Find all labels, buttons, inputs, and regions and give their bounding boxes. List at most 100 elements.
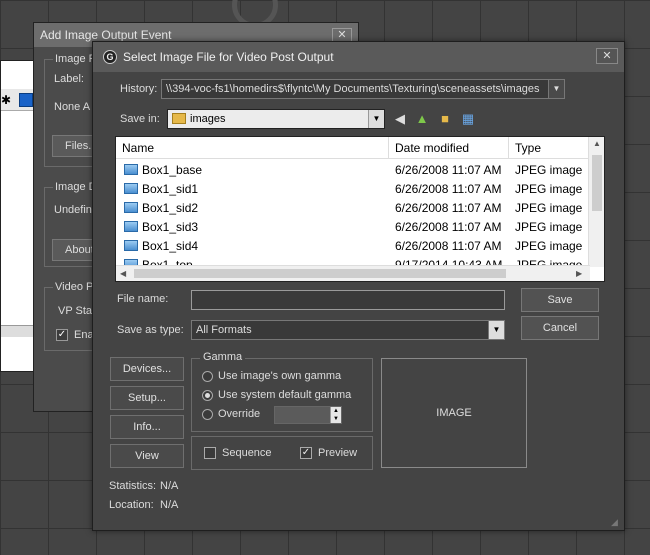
save-in-label: Save in: xyxy=(120,113,160,125)
chevron-down-icon[interactable]: ▼ xyxy=(488,321,504,339)
history-value: \\394-voc-fs1\homedirs$\flyntc\My Docume… xyxy=(166,83,540,95)
file-type: JPEG image xyxy=(515,239,583,253)
file-row[interactable]: Box1_sid4 6/26/2008 11:07 AM JPEG image xyxy=(116,237,590,256)
jpeg-file-icon xyxy=(124,183,138,194)
file-name: Box1_sid4 xyxy=(142,239,199,253)
location-value: N/A xyxy=(160,499,179,511)
bg-undefined-text: Undefin xyxy=(54,204,92,216)
jpeg-file-icon xyxy=(124,202,138,213)
preview-checkbox[interactable]: ✓ xyxy=(300,447,312,459)
folder-icon xyxy=(172,113,186,124)
display-icon[interactable] xyxy=(19,93,33,107)
jpeg-file-icon xyxy=(124,240,138,251)
save-in-value: images xyxy=(190,113,226,125)
history-label: History: xyxy=(120,83,158,95)
gamma-radio-override[interactable] xyxy=(202,409,213,420)
dialog-close-button[interactable]: ✕ xyxy=(596,48,618,64)
devices-button[interactable]: Devices... xyxy=(110,357,184,381)
file-row[interactable]: Box1_sid3 6/26/2008 11:07 AM JPEG image xyxy=(116,218,590,237)
file-type: JPEG image xyxy=(515,220,583,234)
dialog-titlebar: G Select Image File for Video Post Outpu… xyxy=(93,42,624,72)
sequence-checkbox[interactable] xyxy=(204,447,216,459)
new-folder-icon[interactable]: ■ xyxy=(436,110,454,128)
file-type: JPEG image xyxy=(515,201,583,215)
bg-enable-label: Ena xyxy=(74,329,94,341)
file-list-header: Name Date modified Type xyxy=(116,137,590,159)
save-button[interactable]: Save xyxy=(521,288,599,312)
chevron-down-icon[interactable]: ▼ xyxy=(548,80,564,98)
app-icon: G xyxy=(103,50,117,64)
scroll-left-icon[interactable]: ◀ xyxy=(120,269,126,278)
file-date: 6/26/2008 11:07 AM xyxy=(395,220,502,234)
scroll-thumb[interactable] xyxy=(134,269,506,278)
history-dropdown[interactable]: \\394-voc-fs1\homedirs$\flyntc\My Docume… xyxy=(161,79,565,99)
column-date-modified[interactable]: Date modified xyxy=(389,137,509,159)
spinner-arrows-icon[interactable]: ▲ ▼ xyxy=(330,407,341,423)
scroll-up-icon[interactable]: ▲ xyxy=(593,139,601,148)
gamma-option-label: Use image's own gamma xyxy=(218,370,342,382)
view-menu-icon[interactable]: ▦ xyxy=(459,110,477,128)
statistics-label: Statistics: xyxy=(109,480,157,492)
file-type: JPEG image xyxy=(515,182,583,196)
file-list-horizontal-scrollbar[interactable]: ◀ ▶ xyxy=(116,265,590,281)
file-name: Box1_sid1 xyxy=(142,182,199,196)
bg-dialog-title-text: Add Image Output Event xyxy=(40,28,172,42)
save-as-type-value: All Formats xyxy=(196,324,252,336)
file-type: JPEG image xyxy=(515,163,583,177)
bg-none-text: None A xyxy=(54,101,91,113)
dialog-title: Select Image File for Video Post Output xyxy=(123,50,334,64)
file-name-input[interactable] xyxy=(191,290,505,310)
override-gamma-spinner[interactable]: ▲ ▼ xyxy=(274,406,342,424)
options-group: Sequence ✓ Preview xyxy=(191,436,373,470)
file-date: 6/26/2008 11:07 AM xyxy=(395,182,502,196)
image-placeholder-text: IMAGE xyxy=(436,407,472,419)
column-type[interactable]: Type xyxy=(509,137,590,159)
jpeg-file-icon xyxy=(124,164,138,175)
file-list-vertical-scrollbar[interactable]: ▲ xyxy=(588,137,604,267)
sequence-label: Sequence xyxy=(222,447,272,459)
gamma-option-label: Use system default gamma xyxy=(218,389,352,401)
gamma-radio-image-own[interactable] xyxy=(202,371,213,382)
save-as-type-dropdown[interactable]: All Formats ▼ xyxy=(191,320,505,340)
file-name-label: File name: xyxy=(117,293,169,305)
view-button[interactable]: View xyxy=(110,444,184,468)
gamma-group: Gamma Use image's own gamma Use system d… xyxy=(191,351,373,432)
gamma-radio-system-default[interactable] xyxy=(202,390,213,401)
chevron-down-icon[interactable]: ▼ xyxy=(368,110,384,128)
file-name: Box1_sid3 xyxy=(142,220,199,234)
gamma-option-label: Override xyxy=(218,408,261,420)
file-list: Name Date modified Type Box1_base 6/26/2… xyxy=(115,136,605,282)
jpeg-file-icon xyxy=(124,221,138,232)
up-folder-icon[interactable]: ▲ xyxy=(413,110,431,128)
scroll-right-icon[interactable]: ▶ xyxy=(576,269,582,278)
bg-close-button[interactable]: ✕ xyxy=(332,28,352,42)
image-preview: IMAGE xyxy=(381,358,527,468)
preview-label: Preview xyxy=(318,447,358,459)
setup-button[interactable]: Setup... xyxy=(110,386,184,410)
save-as-type-label: Save as type: xyxy=(117,324,184,336)
select-image-file-dialog: G Select Image File for Video Post Outpu… xyxy=(92,41,625,531)
pin-icon[interactable]: ✱ xyxy=(1,93,13,107)
back-icon[interactable]: ◀ xyxy=(391,110,409,128)
location-label: Location: xyxy=(109,499,154,511)
scroll-thumb[interactable] xyxy=(592,155,602,211)
info-button[interactable]: Info... xyxy=(110,415,184,439)
file-date: 6/26/2008 11:07 AM xyxy=(395,163,502,177)
file-date: 6/26/2008 11:07 AM xyxy=(395,239,502,253)
bg-group-label: Image F xyxy=(53,53,98,65)
bg-vp-text: VP Star xyxy=(58,305,96,317)
bg-group-label: Video P xyxy=(53,281,96,293)
file-name: Box1_sid2 xyxy=(142,201,199,215)
resize-grip-icon[interactable]: ◢ xyxy=(611,517,621,527)
statistics-value: N/A xyxy=(160,480,179,492)
file-row[interactable]: Box1_base 6/26/2008 11:07 AM JPEG image xyxy=(116,161,590,180)
file-name: Box1_base xyxy=(142,163,203,177)
file-row[interactable]: Box1_sid1 6/26/2008 11:07 AM JPEG image xyxy=(116,180,590,199)
column-name[interactable]: Name xyxy=(116,137,389,159)
file-row[interactable]: Box1_sid2 6/26/2008 11:07 AM JPEG image xyxy=(116,199,590,218)
gamma-legend: Gamma xyxy=(200,351,246,363)
bg-enable-checkbox[interactable]: ✓ xyxy=(56,329,68,341)
save-in-dropdown[interactable]: images ▼ xyxy=(167,109,385,129)
bg-label-text: Label: xyxy=(54,73,84,85)
cancel-button[interactable]: Cancel xyxy=(521,316,599,340)
